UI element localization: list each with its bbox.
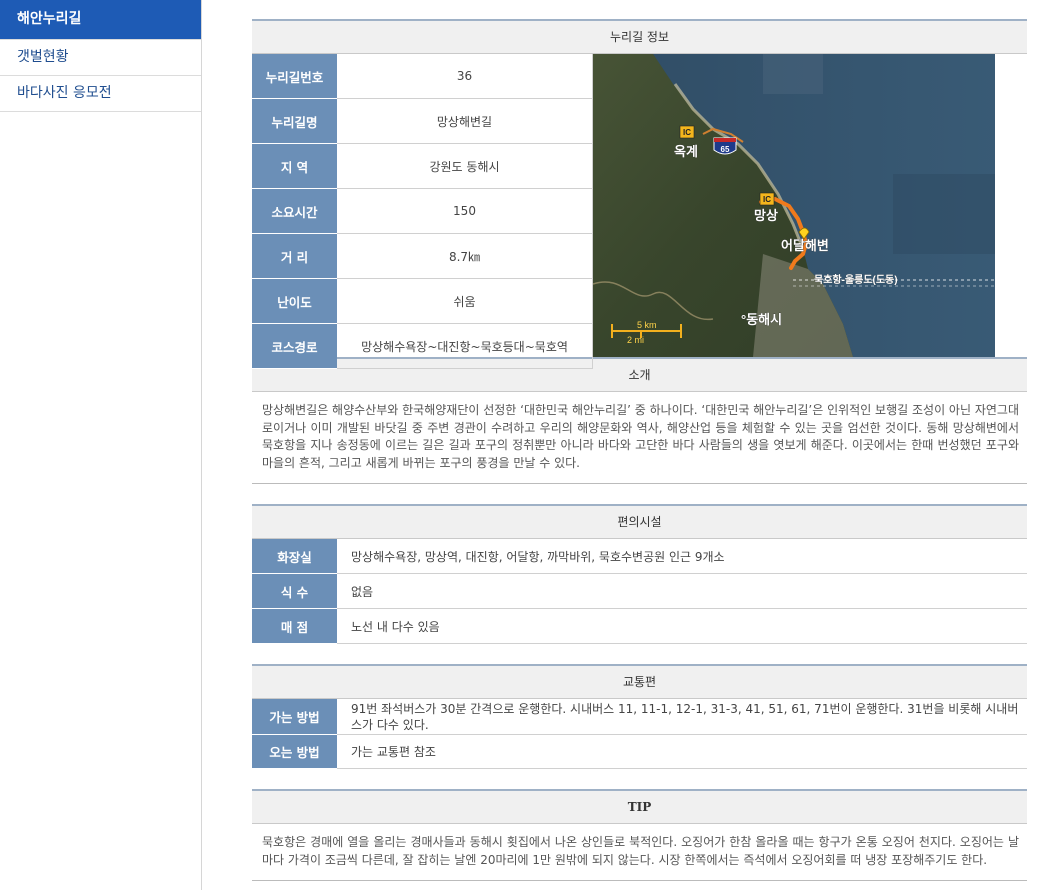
- facilities-table: 화장실 망상해수욕장, 망상역, 대진항, 어달항, 까막바위, 묵호수변공원 인…: [252, 539, 1027, 644]
- map-ic-badge-okgye: IC: [679, 125, 695, 139]
- info-value: 강원도 동해시: [337, 143, 593, 189]
- info-value: 8.7㎞: [337, 233, 593, 279]
- transport-section-title: 교통편: [252, 664, 1027, 699]
- info-section-title: 누리길 정보: [252, 19, 1027, 54]
- info-label: 코스경로: [252, 323, 337, 369]
- map-label-okgye: 옥계: [674, 144, 698, 159]
- facility-value: 노선 내 다수 있음: [337, 608, 1027, 644]
- map-sea-tile: [763, 54, 823, 94]
- info-label: 소요시간: [252, 188, 337, 234]
- transport-row: 오는 방법 가는 교통편 참조: [252, 734, 1027, 769]
- svg-text:65: 65: [721, 145, 730, 154]
- svg-text:IC: IC: [763, 195, 771, 204]
- info-row: 누리길번호 36: [252, 54, 593, 99]
- sidebar-item-coastal-trail[interactable]: 해안누리길: [0, 0, 201, 40]
- info-label: 지 역: [252, 143, 337, 189]
- map-label-donghae-city: °동해시: [741, 312, 782, 327]
- map-label-mangsang: 망상: [754, 208, 778, 223]
- sidebar-item-tidal-flat[interactable]: 갯벌현황: [0, 40, 201, 76]
- transport-row: 가는 방법 91번 좌석버스가 30분 간격으로 운행한다. 시내버스 11, 1…: [252, 699, 1027, 735]
- info-label: 거 리: [252, 233, 337, 279]
- transport-label: 오는 방법: [252, 734, 337, 769]
- info-row: 소요시간 150: [252, 188, 593, 234]
- info-value: 쉬움: [337, 278, 593, 324]
- svg-text:IC: IC: [683, 128, 691, 137]
- sidebar: 해안누리길 갯벌현황 바다사진 응모전: [0, 0, 202, 890]
- info-value: 망상해변길: [337, 98, 593, 144]
- info-row: 거 리 8.7㎞: [252, 233, 593, 279]
- info-value: 150: [337, 188, 593, 234]
- info-table: 누리길번호 36 누리길명 망상해변길 지 역 강원도 동해시 소요시간 150 거 리…: [252, 54, 593, 369]
- transport-value: 가는 교통편 참조: [337, 734, 1027, 769]
- facility-label: 화장실: [252, 539, 337, 574]
- transport-table: 가는 방법 91번 좌석버스가 30분 간격으로 운행한다. 시내버스 11, 1…: [252, 699, 1027, 769]
- svg-text:5 km: 5 km: [637, 320, 657, 330]
- facility-value: 망상해수욕장, 망상역, 대진항, 어달항, 까막바위, 묵호수변공원 인근 9…: [337, 539, 1027, 574]
- facility-row: 식 수 없음: [252, 573, 1027, 609]
- sidebar-item-photo-contest[interactable]: 바다사진 응모전: [0, 76, 201, 112]
- tip-text: 묵호항은 경매에 열을 올리는 경매사들과 동해시 횟집에서 나온 상인들로 북…: [252, 824, 1027, 881]
- info-label: 누리길명: [252, 98, 337, 144]
- intro-text: 망상해변길은 해양수산부와 한국해양재단이 선정한 ‘대한민국 해안누리길’ 중…: [252, 392, 1027, 484]
- main-content: 누리길 정보 누리길번호 36 누리길명 망상해변길 지 역 강원도 동해시 소요시간…: [252, 19, 1027, 881]
- facility-value: 없음: [337, 573, 1027, 609]
- info-value: 36: [337, 54, 593, 99]
- map-ic-badge-mangsang: IC: [759, 192, 775, 206]
- tip-section-title: TIP: [252, 789, 1027, 824]
- trail-map[interactable]: IC IC 65 옥계 망상 어달해변 묵호항-울릉도(도동) °동해시 5 k…: [593, 54, 995, 357]
- map-sea-tile: [893, 174, 995, 254]
- map-highway-shield-icon: 65: [713, 137, 737, 155]
- facility-row: 화장실 망상해수욕장, 망상역, 대진항, 어달항, 까막바위, 묵호수변공원 인…: [252, 539, 1027, 574]
- map-label-eodal-beach: 어달해변: [781, 238, 829, 253]
- facility-row: 매 점 노선 내 다수 있음: [252, 608, 1027, 644]
- facilities-section-title: 편의시설: [252, 504, 1027, 539]
- facility-label: 식 수: [252, 573, 337, 609]
- info-section: 누리길번호 36 누리길명 망상해변길 지 역 강원도 동해시 소요시간 150 거 리…: [252, 54, 1027, 369]
- svg-text:2 mi: 2 mi: [627, 335, 644, 345]
- transport-label: 가는 방법: [252, 699, 337, 735]
- map-label-ferry-route: 묵호항-울릉도(도동): [814, 273, 898, 286]
- info-label: 난이도: [252, 278, 337, 324]
- info-row: 난이도 쉬움: [252, 278, 593, 324]
- facility-label: 매 점: [252, 608, 337, 644]
- info-row: 누리길명 망상해변길: [252, 98, 593, 144]
- info-row: 지 역 강원도 동해시: [252, 143, 593, 189]
- info-value: 망상해수욕장~대진항~묵호등대~묵호역: [337, 323, 593, 369]
- info-row: 코스경로 망상해수욕장~대진항~묵호등대~묵호역: [252, 323, 593, 369]
- transport-value: 91번 좌석버스가 30분 간격으로 운행한다. 시내버스 11, 11-1, …: [337, 699, 1027, 735]
- info-label: 누리길번호: [252, 54, 337, 99]
